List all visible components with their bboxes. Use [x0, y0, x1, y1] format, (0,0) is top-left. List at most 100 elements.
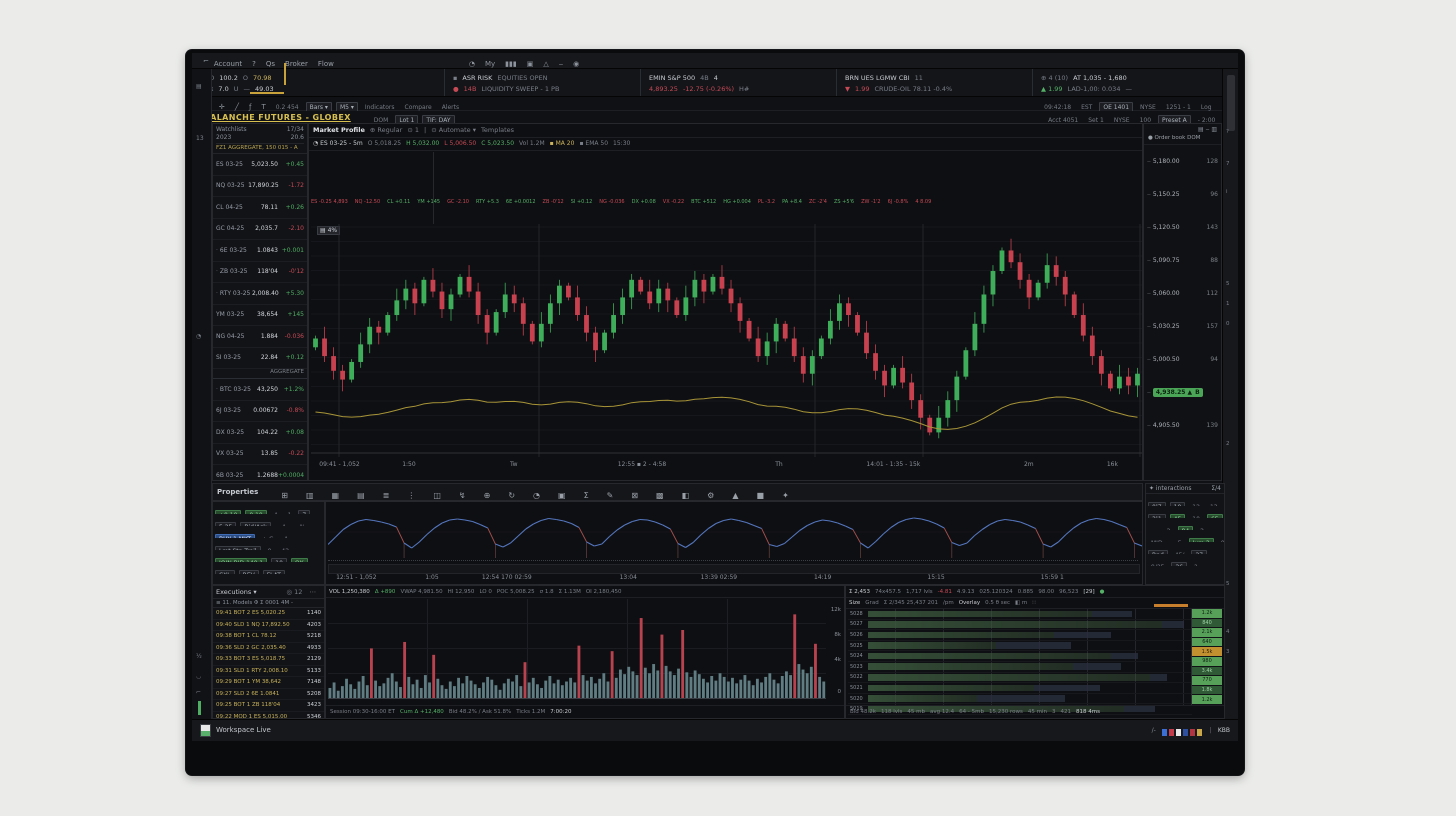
watchlist-row[interactable]: DX 03-25104.22+0.08	[213, 422, 307, 444]
chip-button[interactable]: FLAT	[263, 570, 285, 574]
executions-title[interactable]: Executions ▾	[216, 588, 257, 596]
candlestick-chart[interactable]	[311, 224, 1142, 457]
execution-row[interactable]: 09:27 SLD 2 6E 1.08415208	[213, 689, 324, 701]
ladder-cell[interactable]: 980	[1192, 657, 1222, 667]
watchlist-row[interactable]: VX 03-2513.85-0.22	[213, 444, 307, 466]
price-ladder[interactable]: 1.2k8402.1k6401.5k9803.4k7701.8k1.2k	[1191, 609, 1222, 705]
watchlist-row[interactable]: CL 04-2578.11+0.26	[213, 197, 307, 219]
more-icon[interactable]: ⋮	[407, 491, 415, 500]
volume-panel[interactable]: VOL 1,250,380Δ +890VWAP 4,981.50HI 12,95…	[325, 585, 845, 719]
watchlist-row[interactable]: ES 03-255,023.50+0.45	[213, 154, 307, 176]
execution-row[interactable]: 09:25 BOT 1 ZB 118'043423	[213, 700, 324, 712]
ladder-cell[interactable]: 2.1k	[1192, 628, 1222, 638]
sum-icon[interactable]: Σ	[584, 491, 589, 500]
depth-rows[interactable]: 5028502750265025502450235022502150205019	[848, 609, 1192, 705]
ladder-cell[interactable]: 1.8k	[1192, 686, 1222, 696]
ladder-cell[interactable]: 1.2k	[1192, 695, 1222, 705]
minimize-icon[interactable]: ‒	[559, 60, 563, 68]
ladder-cell[interactable]: 640	[1192, 638, 1222, 648]
watchlist-row[interactable]: GC 04-252,035.7-2.10	[213, 219, 307, 241]
rail-icon[interactable]: ½	[196, 653, 202, 660]
menu-item[interactable]: Account	[214, 60, 242, 68]
chip-button[interactable]: %	[297, 523, 309, 526]
menu-item[interactable]: ?	[252, 60, 256, 68]
split-icon[interactable]: ◫	[433, 491, 441, 500]
half-box-icon[interactable]: ◧	[682, 491, 690, 500]
price-axis-row[interactable]: ‒5,120.50143	[1144, 211, 1221, 244]
ladder-cell[interactable]: 3.4k	[1192, 667, 1222, 677]
more-icon[interactable]: ⋯	[310, 588, 317, 596]
stop-icon[interactable]: ■	[757, 491, 765, 500]
scrollbar-thumb[interactable]	[1227, 75, 1235, 131]
rows-icon[interactable]: ▤	[357, 491, 365, 500]
my-badge[interactable]: My	[485, 60, 495, 68]
price-axis-row[interactable]: ‒5,150.2596	[1144, 178, 1221, 211]
clock-icon[interactable]: ◔	[533, 491, 540, 500]
rail-icon[interactable]: ◔	[196, 333, 201, 340]
grid-icon[interactable]: ⊞	[281, 491, 288, 500]
rail-icon[interactable]: ⌐	[196, 689, 201, 696]
panel-icon[interactable]: ▣	[558, 491, 566, 500]
menu-item[interactable]: Flow	[318, 60, 334, 68]
depth-row[interactable]: 5025	[848, 641, 1192, 652]
depth-row[interactable]: 5027	[848, 620, 1192, 631]
price-axis-row[interactable]: ‒4,938.25 ▲B	[1144, 376, 1221, 409]
columns-icon[interactable]: ▥	[306, 491, 314, 500]
trendline-icon[interactable]: ╱	[235, 103, 239, 111]
rail-icon[interactable]: ▤	[196, 83, 202, 90]
symbol-title[interactable]: AVALANCHE FUTURES - GLOBEX	[198, 113, 351, 122]
ladder-cell[interactable]: 1.5k	[1192, 647, 1222, 657]
hatch-icon[interactable]: ▩	[656, 491, 664, 500]
refresh-icon[interactable]: ↻	[508, 491, 515, 500]
price-axis-row[interactable]: ‒5,090.7588	[1144, 244, 1221, 277]
execution-row[interactable]: 09:33 BOT 3 ES 5,018.752129	[213, 654, 324, 666]
depth-row[interactable]: 5023	[848, 662, 1192, 673]
workspace-label[interactable]: Workspace Live	[216, 726, 271, 735]
price-axis-row[interactable]: ‒5,180.00128	[1144, 145, 1221, 178]
execution-row[interactable]: 09:41 BOT 2 ES 5,020.251140	[213, 608, 324, 620]
price-axis-row[interactable]: ‒5,030.25157	[1144, 310, 1221, 343]
add-icon[interactable]: ⊕	[484, 491, 491, 500]
watchlist-row[interactable]: ·ZB 03-25118'04-0'12	[213, 262, 307, 284]
watchlist-row[interactable]: NG 04-251.884-0.036	[213, 326, 307, 348]
chip-button[interactable]: REV	[239, 570, 259, 574]
menu-item[interactable]: Broker	[285, 60, 308, 68]
clock-icon[interactable]: ◔	[469, 60, 475, 68]
close-box-icon[interactable]: ⊠	[631, 491, 638, 500]
flash-icon[interactable]: ↯	[459, 491, 466, 500]
chip-button[interactable]: ▾	[289, 571, 298, 574]
main-chart-panel[interactable]: Market Profile⊕ Regular⊙ 1|⊙ Automate ▾T…	[308, 123, 1143, 481]
execution-row[interactable]: 09:31 SLD 1 RTY 2,008.105133	[213, 666, 324, 678]
execution-row[interactable]: 09:29 BOT 1 YM 38,6427148	[213, 677, 324, 689]
execution-row[interactable]: 09:36 SLD 2 GC 2,035.404933	[213, 643, 324, 655]
alert-icon[interactable]: △	[543, 60, 548, 68]
watchlist-row[interactable]: ·6E 03-251.0843+0.001	[213, 240, 307, 262]
depth-row[interactable]: 5026	[848, 630, 1192, 641]
rail-icon[interactable]: 13	[196, 135, 204, 142]
price-axis-row[interactable]: ‒5,000.5094	[1144, 343, 1221, 376]
chip-button[interactable]: 9/25	[1148, 563, 1167, 566]
watchlist-row[interactable]: ·BTC 03-2543,250+1.2%	[213, 379, 307, 401]
executions-filter-row[interactable]: ≡ 11. Models Φ Σ 0001 4M -	[213, 599, 324, 608]
chip-button[interactable]: 26	[1171, 562, 1187, 566]
menu-item[interactable]: Qs	[266, 60, 275, 68]
watchlist-row[interactable]: 6J 03-250.00672-0.8%	[213, 401, 307, 423]
watchlist-row[interactable]: NQ 03-2517,890.25-1.72	[213, 176, 307, 198]
ladder-cell[interactable]: 770	[1192, 676, 1222, 686]
ladder-cell[interactable]: 1.2k	[1192, 609, 1222, 619]
depth-row[interactable]: 5020	[848, 694, 1192, 705]
tick-chart-panel[interactable]: 12:51 - 1,0521:0512:54 170 02:5913:0413:…	[325, 501, 1143, 585]
chip-button[interactable]: 65	[1207, 514, 1223, 518]
watchlist-row[interactable]: SI 03-2522.84+0.12	[213, 348, 307, 370]
edit-icon[interactable]: ✎	[607, 491, 614, 500]
price-axis-row[interactable]: ‒4,905.50139	[1144, 409, 1221, 442]
record-icon[interactable]: ◉	[573, 60, 579, 68]
price-axis-row[interactable]: ‒5,060.00112	[1144, 277, 1221, 310]
price-axis-header-icons[interactable]: ▤ ‒ ▥	[1144, 124, 1221, 135]
depth-row[interactable]: 5021	[848, 683, 1192, 694]
chip-button[interactable]: ?	[1191, 563, 1200, 566]
watchlist-row[interactable]: ·RTY 03-252,008.40+5.30	[213, 283, 307, 305]
grid-icon[interactable]: ▣	[527, 60, 534, 68]
bell-icon[interactable]: ◎ 12	[286, 588, 302, 596]
chip-button[interactable]: CXL	[215, 570, 235, 574]
